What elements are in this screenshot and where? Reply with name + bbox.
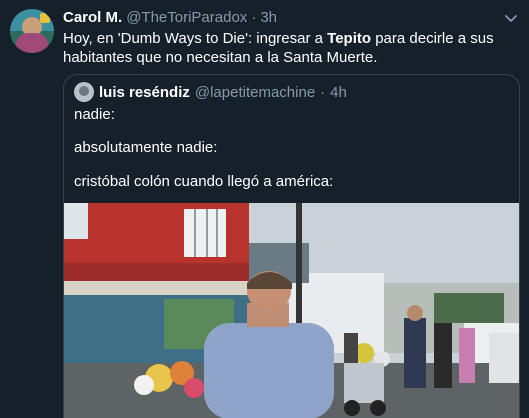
quoted-tweet[interactable]: luis reséndiz @lapetitemachine · 4h nadi… xyxy=(63,74,520,418)
quoted-line: absolutamente nadie: xyxy=(74,139,218,156)
quoted-line: cristóbal colón cuando llegó a américa: xyxy=(74,173,334,190)
timestamp[interactable]: 3h xyxy=(260,9,277,26)
quoted-line: nadie: xyxy=(74,106,115,123)
tweet-text: Hoy, en 'Dumb Ways to Die': ingresar a T… xyxy=(63,29,518,67)
author-name[interactable]: Carol M. xyxy=(63,9,122,26)
chevron-down-icon[interactable] xyxy=(503,10,519,26)
street-scene-image xyxy=(64,203,519,418)
tweet-text-part: Hoy, en 'Dumb Ways to Die': ingresar a xyxy=(63,30,328,47)
author-handle[interactable]: @TheToriParadox xyxy=(126,9,247,26)
quoted-author-name: luis reséndiz xyxy=(99,83,190,101)
video-thumbnail[interactable] xyxy=(64,203,519,418)
separator: · xyxy=(320,83,326,101)
quoted-author-handle: @lapetitemachine xyxy=(194,83,316,101)
avatar[interactable] xyxy=(10,9,54,53)
quoted-avatar xyxy=(74,82,94,102)
quoted-timestamp: 4h xyxy=(330,83,347,101)
tweet-header: Carol M. @TheToriParadox · 3h xyxy=(63,9,277,27)
tweet[interactable]: Carol M. @TheToriParadox · 3h Hoy, en 'D… xyxy=(0,0,529,418)
tweet-text-bold: Tepito xyxy=(327,30,372,47)
quoted-tweet-header: luis reséndiz @lapetitemachine · 4h xyxy=(74,82,347,102)
separator: · xyxy=(251,9,257,26)
